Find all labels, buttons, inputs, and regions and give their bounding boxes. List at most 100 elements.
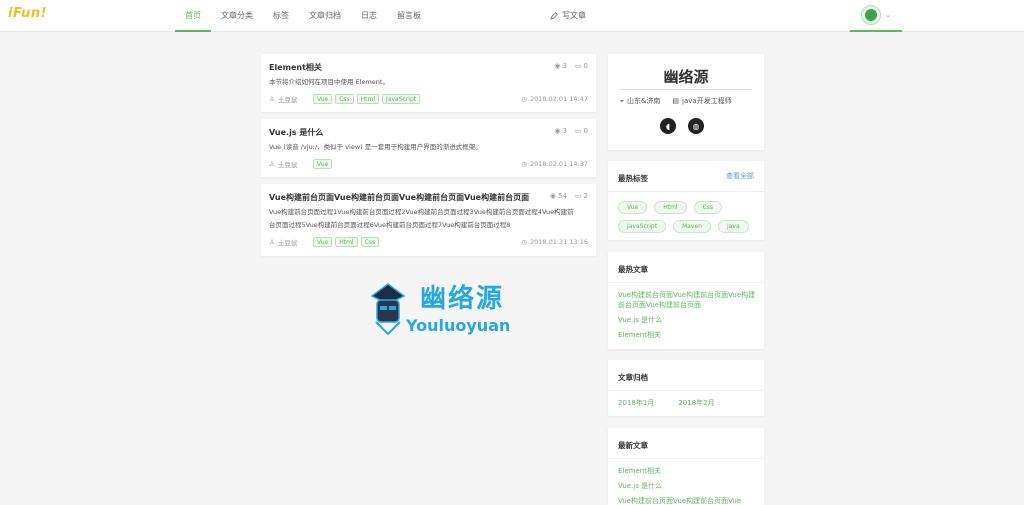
write-article-label: 写文章 — [562, 11, 586, 20]
archive-card: 文章归档 2018年1月 2018年2月 — [608, 360, 764, 416]
nav-item-categories[interactable]: 文章分类 — [211, 0, 263, 32]
latest-article-link[interactable]: Element相关 — [618, 466, 756, 476]
article-card[interactable]: Vue构建前台页面Vue构建前台页面Vue构建前台页面Vue构建前台页面 ◉ 54… — [261, 184, 596, 256]
archive-link[interactable]: 2018年1月 — [618, 398, 654, 408]
nav-item-tags[interactable]: 标签 — [263, 0, 299, 32]
user-menu[interactable]: ⌄ — [850, 0, 902, 32]
tag-pill[interactable]: Html — [654, 201, 687, 214]
view-all-link[interactable]: 查看全部 — [726, 171, 754, 181]
latest-article-link[interactable]: Vue.js 是什么 — [618, 481, 756, 491]
article-date: 2018.02.01 14:37 — [529, 160, 588, 168]
article-author: 土豆鼠 — [277, 161, 298, 169]
view-count: 54 — [557, 192, 567, 200]
pen-icon — [550, 12, 558, 20]
archive-list: 2018年1月 2018年2月 — [618, 398, 715, 408]
divider — [608, 458, 764, 459]
hot-article-link[interactable]: Vue.js 是什么 — [618, 315, 756, 325]
latest-articles-card: 最新文章 Element相关 Vue.js 是什么 Vue构建前台页面Vue构建… — [608, 428, 764, 505]
article-title[interactable]: Vue.js 是什么 — [269, 127, 323, 138]
location-icon: ⌖ — [620, 96, 624, 105]
tag-pill[interactable]: Css — [693, 201, 723, 214]
avatar — [861, 5, 882, 25]
article-card[interactable]: Element相关 ◉ 3 ▭ 0 本节将介绍如何在项目中使用 Element。 ♙… — [261, 54, 596, 112]
article-card[interactable]: Vue.js 是什么 ◉ 3 ▭ 0 Vue (读音 /vjuː/，类似于 view… — [261, 119, 596, 177]
article-title[interactable]: Element相关 — [269, 62, 322, 73]
hot-articles-list: Vue构建前台页面Vue构建前台页面Vue构建前台页面Vue构建前台页面 Vue… — [618, 290, 756, 345]
user-icon: ♙ — [269, 238, 275, 246]
article-summary: 本节将介绍如何在项目中使用 Element。 — [269, 78, 389, 86]
article-summary: Vue (读音 /vjuː/，类似于 view) 是一套用于构建用户界面的渐进式… — [269, 143, 482, 151]
article-tag[interactable]: Vue — [313, 237, 333, 247]
divider — [608, 390, 764, 391]
article-stats: ◉ 3 ▭ 0 — [554, 62, 588, 70]
latest-articles-list: Element相关 Vue.js 是什么 Vue构建前台页面Vue构建前台页面V… — [618, 466, 756, 505]
article-summary-line: 台页面过程5Vue构建前台页面过程6Vue构建前台页面过程7Vue构建前台页面过… — [269, 221, 511, 229]
profile-card: 幽络源 ⌖ 山东&济南 ▤ java开发工程师 ◖ ◍ — [608, 54, 764, 150]
divider — [620, 89, 752, 90]
clock-icon: ◷ — [521, 95, 527, 103]
article-tag[interactable]: JavaScript — [382, 94, 421, 104]
social-links: ◖ ◍ — [660, 118, 704, 134]
nav-item-archives[interactable]: 文章归档 — [299, 0, 351, 32]
article-tag[interactable]: Vue — [313, 94, 333, 104]
article-tag[interactable]: Css — [335, 94, 354, 104]
user-icon: ♙ — [269, 160, 275, 168]
divider — [608, 191, 764, 192]
comment-icon: ▭ — [574, 127, 582, 135]
watermark-cn: 幽络源 — [420, 284, 505, 314]
article-title[interactable]: Vue构建前台页面Vue构建前台页面Vue构建前台页面Vue构建前台页面 — [269, 192, 529, 203]
article-stats: ◉ 54 ▭ 2 — [550, 192, 588, 200]
chevron-down-icon: ⌄ — [885, 11, 891, 19]
nav-item-guestbook[interactable]: 留言板 — [387, 0, 431, 32]
hot-article-link[interactable]: Vue构建前台页面Vue构建前台页面Vue构建前台页面Vue构建前台页面 — [618, 290, 756, 310]
write-article-button[interactable]: 写文章 — [550, 0, 586, 32]
eye-icon: ◉ — [549, 192, 556, 200]
article-tag[interactable]: Html — [335, 237, 358, 247]
nav-item-log[interactable]: 日志 — [351, 0, 387, 32]
archive-link[interactable]: 2018年2月 — [678, 398, 714, 408]
profile-job: java开发工程师 — [682, 97, 732, 105]
tag-pill[interactable]: Maven — [673, 220, 711, 233]
article-date: 2018.01.31 13:16 — [529, 238, 588, 246]
comment-icon: ▭ — [574, 192, 582, 200]
user-icon: ♙ — [269, 95, 275, 103]
archive-title: 文章归档 — [618, 373, 648, 382]
main-nav: 首页 文章分类 标签 文章归档 日志 留言板 — [175, 0, 431, 32]
article-summary-line: Vue构建前台页面过程1Vue构建前台页面过程2Vue构建前台页面过程3Vue构… — [269, 208, 574, 216]
briefcase-icon: ▤ — [672, 97, 680, 105]
profile-location: 山东&济南 — [626, 97, 661, 105]
clock-icon: ◷ — [521, 160, 527, 168]
hot-article-link[interactable]: Element相关 — [618, 330, 756, 340]
article-date: 2018.02.01 14:47 — [529, 95, 588, 103]
tag-pill[interactable]: JavaScript — [618, 220, 667, 233]
qq-icon[interactable]: ◖ — [660, 118, 676, 134]
article-tag[interactable]: Html — [356, 94, 380, 104]
article-tag[interactable]: Vue — [313, 159, 333, 169]
view-count: 3 — [562, 127, 567, 135]
watermark-logo: 幽络源 Youluoyuan — [368, 274, 538, 340]
view-count: 3 — [562, 62, 567, 70]
comment-count: 0 — [583, 127, 588, 135]
comment-count: 0 — [583, 62, 588, 70]
github-icon[interactable]: ◍ — [688, 118, 704, 134]
top-header: iFun! 首页 文章分类 标签 文章归档 日志 留言板 写文章 ⌄ — [0, 0, 1024, 32]
eye-icon: ◉ — [554, 62, 561, 70]
divider — [608, 282, 764, 283]
article-author: 土豆鼠 — [277, 96, 298, 104]
comment-count: 2 — [583, 192, 588, 200]
article-meta: ♙ 土豆鼠 Vue Html Css ◷ 2018.01.31 13:16 — [269, 236, 588, 248]
profile-name: 幽络源 — [663, 68, 709, 86]
nav-item-home[interactable]: 首页 — [175, 0, 211, 32]
eye-icon: ◉ — [554, 127, 561, 135]
tag-pill[interactable]: Vue — [618, 201, 648, 214]
mascot-icon — [370, 283, 406, 336]
comment-icon: ▭ — [574, 62, 582, 70]
latest-article-link[interactable]: Vue构建前台页面Vue构建前台页面Vue — [618, 496, 756, 505]
tag-pill[interactable]: Java — [717, 220, 749, 233]
hot-tags-title: 最热标签 — [618, 174, 648, 183]
site-logo[interactable]: iFun! — [8, 6, 47, 21]
article-tag[interactable]: Css — [360, 237, 380, 247]
hot-articles-card: 最热文章 Vue构建前台页面Vue构建前台页面Vue构建前台页面Vue构建前台页… — [608, 252, 764, 349]
article-meta: ♙ 土豆鼠 Vue ◷ 2018.02.01 14:37 — [269, 158, 588, 170]
clock-icon: ◷ — [521, 238, 527, 246]
